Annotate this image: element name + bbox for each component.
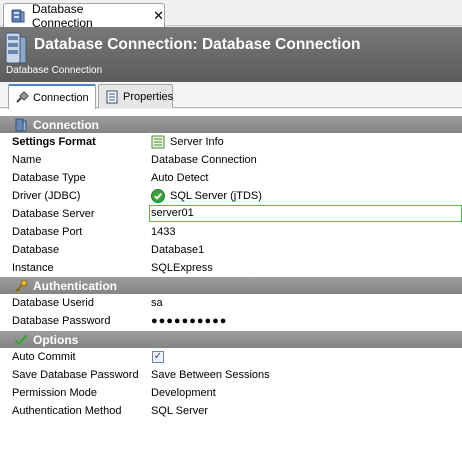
database-server-input[interactable]: server01 (149, 205, 462, 222)
row-auto-commit[interactable]: Auto Commit ✓ (0, 348, 462, 366)
database-type-value[interactable]: Auto Detect (151, 169, 208, 187)
row-driver[interactable]: Driver (JDBC) SQL Server (jTDS) (0, 187, 462, 205)
connection-plug-icon (15, 91, 29, 105)
tab-connection-label: Connection (33, 91, 89, 104)
database-type-label: Database Type (12, 172, 86, 184)
editor-header: Database Connection: Database Connection… (0, 27, 462, 82)
database-port-value[interactable]: 1433 (151, 223, 175, 241)
settings-format-text: Server Info (170, 136, 224, 148)
tab-connection[interactable]: Connection (8, 84, 96, 109)
name-value[interactable]: Database Connection (151, 151, 257, 169)
settings-format-label: Settings Format (12, 136, 96, 148)
row-database-server[interactable]: Database Server server01 (0, 205, 462, 223)
server-info-icon (151, 135, 165, 149)
database-server-label: Database Server (12, 208, 95, 220)
key-icon (14, 279, 28, 293)
database-password-value[interactable]: ●●●●●●●●●● (151, 312, 227, 330)
row-database[interactable]: Database Database1 (0, 241, 462, 259)
page-title: Database Connection: Database Connection (34, 36, 361, 53)
checkmark-icon (14, 333, 28, 347)
database-port-label: Database Port (12, 226, 83, 238)
section-options-title: Options (33, 332, 79, 347)
auto-commit-value[interactable]: ✓ (152, 348, 164, 366)
driver-value[interactable]: SQL Server (jTDS) (151, 187, 262, 205)
form-tab-bar: Connection Properties (0, 82, 462, 109)
database-icon (10, 8, 26, 24)
authentication-method-label: Authentication Method (12, 405, 122, 417)
row-database-port[interactable]: Database Port 1433 (0, 223, 462, 241)
save-password-value[interactable]: Save Between Sessions (151, 366, 270, 384)
save-password-label: Save Database Password (12, 369, 139, 381)
row-database-password[interactable]: Database Password ●●●●●●●●●● (0, 312, 462, 330)
auto-commit-checkbox[interactable]: ✓ (152, 351, 164, 363)
database-userid-label: Database Userid (12, 297, 94, 309)
document-tab-label: Database Connection (32, 1, 93, 30)
section-authentication[interactable]: Authentication (0, 277, 462, 294)
database-userid-value[interactable]: sa (151, 294, 163, 312)
permission-mode-label: Permission Mode (12, 387, 97, 399)
close-icon[interactable]: ✕ (153, 9, 164, 22)
row-database-type[interactable]: Database Type Auto Detect (0, 169, 462, 187)
row-permission-mode[interactable]: Permission Mode Development (0, 384, 462, 402)
auto-commit-label: Auto Commit (12, 351, 76, 363)
section-authentication-title: Authentication (33, 278, 117, 293)
driver-text: SQL Server (jTDS) (170, 190, 262, 202)
properties-sheet-icon (105, 90, 119, 104)
row-authentication-method[interactable]: Authentication Method SQL Server (0, 402, 462, 420)
database-label: Database (12, 244, 60, 256)
section-connection-title: Connection (33, 117, 99, 132)
instance-label: Instance (12, 262, 54, 274)
database-password-label: Database Password (12, 315, 111, 327)
row-save-database-password[interactable]: Save Database Password Save Between Sess… (0, 366, 462, 384)
row-name[interactable]: Name Database Connection (0, 151, 462, 169)
row-instance[interactable]: Instance SQLExpress (0, 259, 462, 277)
section-options[interactable]: Options (0, 331, 462, 348)
property-grid: Connection Settings Format Server Info N… (0, 109, 462, 452)
page-subtitle: Database Connection (6, 65, 103, 76)
section-connection[interactable]: Connection (0, 116, 462, 133)
green-check-circle-icon (151, 189, 165, 203)
row-settings-format[interactable]: Settings Format Server Info (0, 133, 462, 151)
database-large-icon (4, 31, 28, 65)
tab-properties-label: Properties (123, 90, 174, 103)
database-icon (14, 118, 28, 132)
tab-properties[interactable]: Properties (98, 84, 173, 108)
driver-label: Driver (JDBC) (12, 190, 81, 202)
row-database-userid[interactable]: Database Userid sa (0, 294, 462, 312)
document-tab-bar: Database Connection ✕ (0, 0, 462, 30)
permission-mode-value[interactable]: Development (151, 384, 216, 402)
settings-format-value[interactable]: Server Info (151, 133, 224, 151)
document-tab-database-connection[interactable]: Database Connection ✕ (3, 1, 165, 30)
instance-value[interactable]: SQLExpress (151, 259, 213, 277)
database-value[interactable]: Database1 (151, 241, 204, 259)
authentication-method-value[interactable]: SQL Server (151, 402, 208, 420)
name-label: Name (12, 154, 42, 166)
